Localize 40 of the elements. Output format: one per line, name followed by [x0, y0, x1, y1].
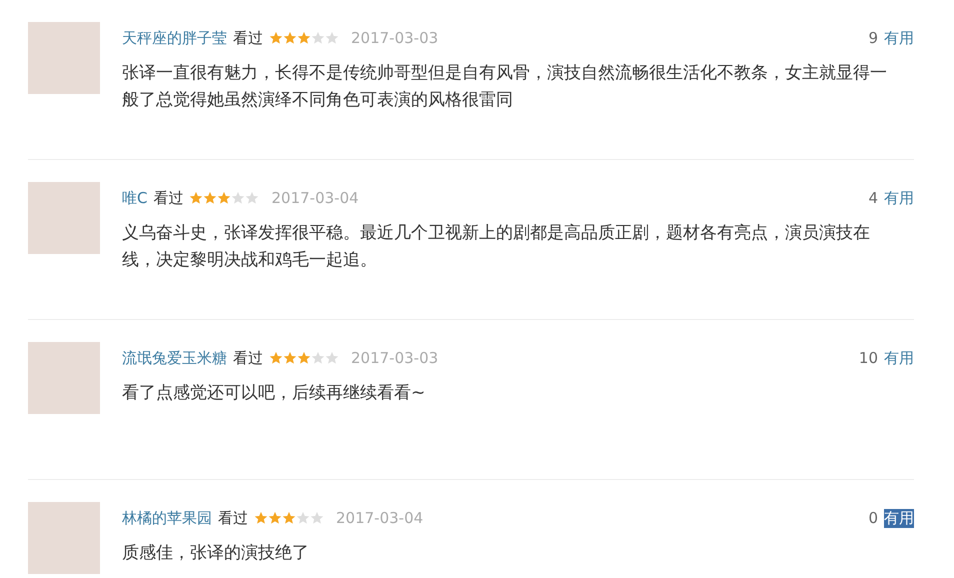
comment-text: 质感佳，张译的演技绝了 [122, 542, 310, 565]
vote-count: 0 [868, 509, 878, 527]
comment-date: 2017-03-04 [336, 509, 424, 527]
filled-star-icon [268, 511, 282, 525]
useful-link[interactable]: 有用 [884, 508, 914, 528]
filled-star-icon [217, 191, 232, 205]
filled-star-icon [269, 31, 283, 45]
comment-date: 2017-03-03 [351, 29, 438, 47]
watch-status: 看过 [153, 188, 184, 208]
vote-count: 9 [868, 29, 878, 47]
filled-star-icon [282, 511, 296, 525]
comment-date: 2017-03-03 [351, 349, 438, 367]
username-link[interactable]: 天秤座的胖子莹 [122, 28, 227, 48]
watch-status: 看过 [218, 508, 248, 528]
useful-link[interactable]: 有用 [884, 348, 914, 368]
watch-status: 看过 [233, 28, 263, 48]
filled-star-icon [254, 511, 268, 525]
vote-count: 10 [858, 349, 878, 367]
avatar-placeholder [28, 342, 100, 414]
avatar-placeholder [28, 22, 100, 94]
avatar-placeholder [28, 502, 100, 574]
comment-date: 2017-03-04 [271, 189, 359, 207]
filled-star-icon [283, 351, 297, 365]
filled-star-icon [283, 31, 297, 45]
watch-status: 看过 [233, 348, 263, 368]
username-link[interactable]: 唯C [122, 188, 148, 208]
filled-star-icon [297, 351, 311, 365]
avatar-placeholder [28, 182, 100, 254]
username-link[interactable]: 林橘的苹果园 [122, 508, 212, 528]
vote-count: 4 [868, 189, 878, 207]
filled-star-icon [297, 31, 311, 45]
username-link[interactable]: 流氓兔爱玉米糖 [122, 348, 227, 368]
useful-link[interactable]: 有用 [884, 188, 914, 208]
filled-star-icon [203, 191, 218, 205]
filled-star-icon [189, 191, 204, 205]
comment-text: 张译一直很有魅力，长得不是传统帅哥型但是自有风骨，演技自然流畅很生活化不教条，女主就显得一般了总觉得她虽然演绎不同角色可表演的风格很雷同 [122, 62, 888, 112]
useful-link[interactable]: 有用 [884, 28, 914, 48]
comment-text: 看了点感觉还可以吧，后续再继续看看~ [122, 382, 426, 405]
filled-star-icon [269, 351, 283, 365]
comment-text: 义乌奋斗史，张译发挥很平稳。最近几个卫视新上的剧都是高品质正剧，题材各有亮点，演员演技在线，决定黎明决战和鸡毛一起追。 [122, 222, 871, 272]
